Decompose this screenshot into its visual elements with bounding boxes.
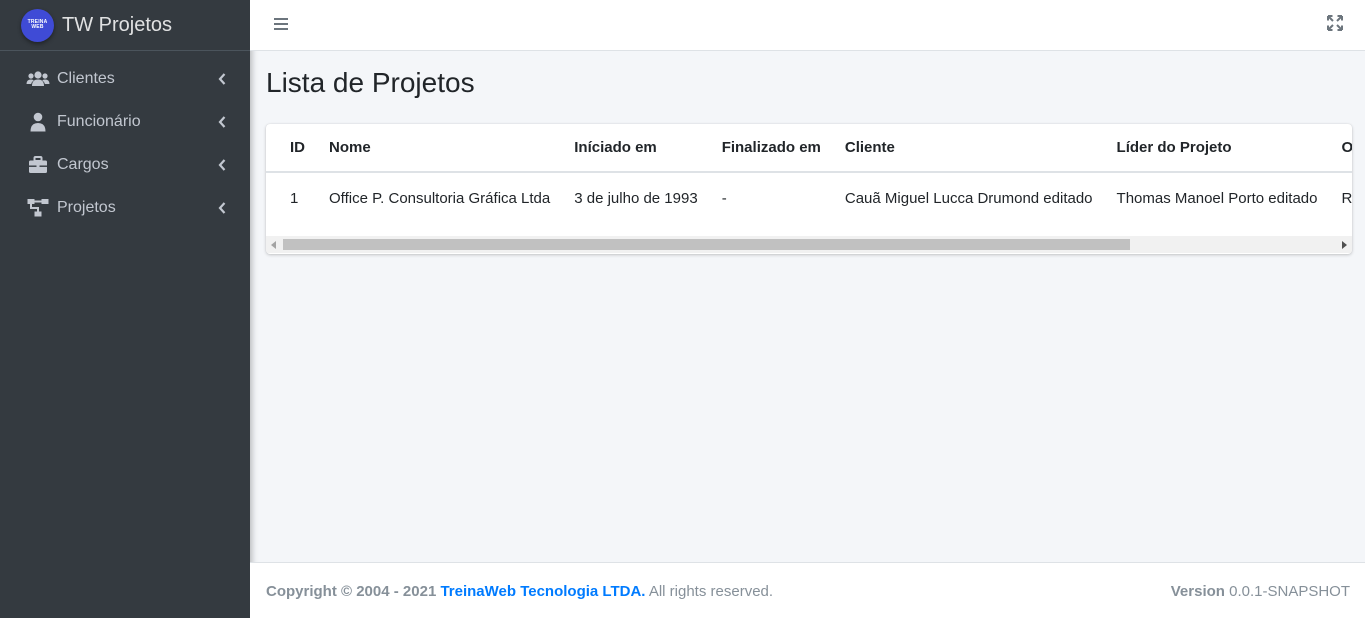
chevron-left-icon: [218, 115, 226, 128]
sidebar-item-projetos[interactable]: Projetos: [0, 186, 250, 229]
horizontal-scrollbar[interactable]: [266, 236, 1352, 253]
rights-text: All rights reserved.: [648, 583, 774, 600]
chevron-left-icon: [218, 158, 226, 171]
column-header-id: ID: [266, 124, 317, 173]
brand-link[interactable]: TREINA WEB TW Projetos: [0, 0, 250, 51]
cell-nome: Office P. Consultoria Gráfica Ltda: [329, 190, 551, 207]
sidebar-item-clientes[interactable]: Clientes: [0, 57, 250, 100]
sidebar-item-label: Projetos: [57, 198, 116, 216]
brand-title: TW Projetos: [62, 13, 173, 36]
column-header-cliente: Cliente: [832, 124, 1105, 173]
sidebar: TREINA WEB TW Projetos Clientes Funcioná…: [0, 0, 250, 618]
fullscreen-icon[interactable]: [1327, 15, 1343, 31]
sitemap-icon: [26, 198, 50, 218]
main-content: Lista de Projetos ID Nome Iníciado em Fi…: [250, 51, 1365, 562]
sidebar-item-label: Clientes: [57, 69, 115, 87]
cell-finalizado: -: [721, 190, 727, 207]
cell-iniciado: 3 de julho de 1993: [574, 190, 698, 207]
brand-logo: TREINA WEB: [21, 8, 54, 42]
sidebar-nav: Clientes Funcionário Cargos Projetos: [0, 51, 250, 229]
cell-id: 1: [290, 190, 299, 207]
column-header-lider: Líder do Projeto: [1104, 124, 1330, 173]
footer-version: Version 0.0.1-SNAPSHOT: [1171, 583, 1350, 600]
footer: Copyright © 2004 - 2021 TreinaWeb Tecnol…: [250, 562, 1365, 618]
chevron-left-icon: [218, 72, 226, 85]
sidebar-item-cargos[interactable]: Cargos: [0, 143, 250, 186]
copyright-text: Copyright © 2004 - 2021: [266, 583, 437, 600]
table-scroll-area[interactable]: ID Nome Iníciado em Finalizado em Client…: [266, 124, 1352, 236]
hamburger-menu-icon[interactable]: [273, 15, 289, 31]
scrollbar-thumb[interactable]: [283, 239, 1130, 250]
column-header-finalizado: Finalizado em: [709, 124, 833, 173]
projects-card: ID Nome Iníciado em Finalizado em Client…: [266, 124, 1352, 254]
cell-cliente: Cauã Miguel Lucca Drumond editado: [844, 190, 1093, 207]
column-header-nome: Nome: [317, 124, 563, 173]
sidebar-item-label: Cargos: [57, 155, 109, 173]
scroll-left-arrow-icon[interactable]: [266, 236, 282, 253]
column-header-iniciado: Iníciado em: [562, 124, 710, 173]
column-header-orcamento: Orçamento: [1329, 124, 1352, 173]
user-icon: [26, 112, 50, 132]
brand-logo-text: TREINA WEB: [27, 19, 48, 30]
projects-table: ID Nome Iníciado em Finalizado em Client…: [266, 124, 1352, 224]
table-row: 1 Office P. Consultoria Gráfica Ltda 3 d…: [266, 172, 1352, 224]
table-header-row: ID Nome Iníciado em Finalizado em Client…: [266, 124, 1352, 173]
topbar: [250, 0, 1365, 51]
version-label: Version: [1170, 583, 1225, 600]
company-link[interactable]: TreinaWeb Tecnologia LTDA.: [440, 583, 645, 600]
briefcase-icon: [26, 155, 50, 175]
page-title: Lista de Projetos: [266, 67, 475, 98]
cell-lider: Thomas Manoel Porto editado: [1116, 190, 1318, 207]
sidebar-item-funcionario[interactable]: Funcionário: [0, 100, 250, 143]
cell-orcamento: R$: [1341, 190, 1352, 207]
sidebar-item-label: Funcionário: [57, 112, 141, 130]
chevron-left-icon: [218, 201, 226, 214]
footer-copyright: Copyright © 2004 - 2021 TreinaWeb Tecnol…: [266, 583, 773, 600]
version-value: 0.0.1-SNAPSHOT: [1229, 583, 1350, 600]
scroll-right-arrow-icon[interactable]: [1336, 236, 1352, 253]
users-icon: [26, 69, 50, 89]
